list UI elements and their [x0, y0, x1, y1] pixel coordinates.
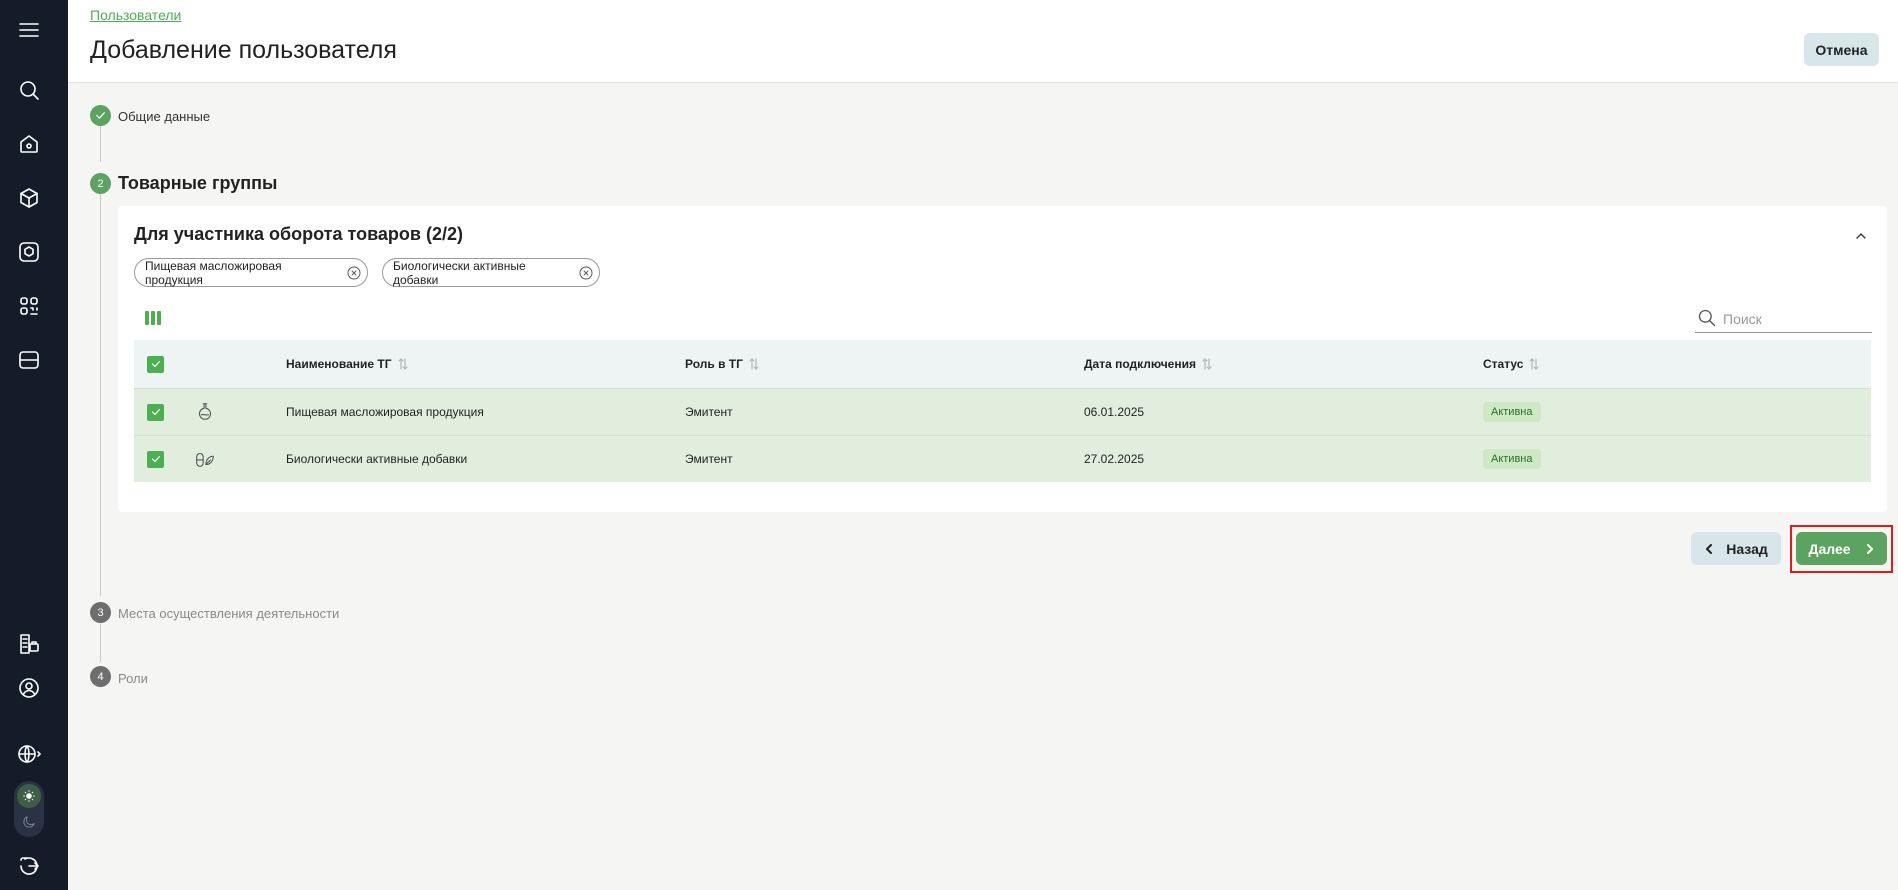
- step-4-label: Роли: [118, 671, 148, 686]
- step-3-label: Места осуществления деятельности: [118, 606, 340, 621]
- moon-icon: [21, 814, 37, 830]
- search-field: [1695, 306, 1872, 333]
- step-4-number: 4: [90, 666, 111, 687]
- column-header-name[interactable]: Наименование ТГ: [286, 357, 408, 371]
- step-connector: [100, 624, 101, 662]
- sort-icon[interactable]: [397, 358, 408, 370]
- sidebar: [0, 0, 68, 890]
- row-name: Пищевая масложировая продукция: [286, 405, 484, 419]
- chip-label: Биологически активные добавки: [393, 258, 526, 287]
- columns-settings-icon[interactable]: [145, 311, 161, 325]
- row-name: Биологически активные добавки: [286, 452, 468, 466]
- table-row[interactable]: Биологически активные добавки Эмитент 27…: [134, 435, 1871, 482]
- sun-icon: [17, 784, 41, 808]
- row-role: Эмитент: [685, 405, 733, 419]
- row-date: 27.02.2025: [1084, 452, 1145, 466]
- row-checkbox[interactable]: [147, 403, 164, 421]
- logout-icon[interactable]: [14, 851, 44, 881]
- documents-icon[interactable]: [14, 629, 44, 659]
- page-title: Добавление пользователя: [90, 36, 397, 64]
- cube-icon[interactable]: [14, 183, 44, 213]
- home-icon[interactable]: [14, 129, 44, 159]
- row-role: Эмитент: [685, 452, 733, 466]
- sort-icon[interactable]: [749, 358, 759, 370]
- status-badge: Активна: [1483, 449, 1541, 469]
- step-2-label: Товарные группы: [118, 173, 278, 193]
- row-checkbox[interactable]: [147, 450, 164, 468]
- breadcrumb-users[interactable]: Пользователи: [90, 7, 181, 23]
- step-2-number: 2: [90, 173, 111, 194]
- column-header-role[interactable]: Роль в ТГ: [685, 357, 759, 371]
- card-title: Для участника оборота товаров (2/2): [134, 224, 463, 244]
- status-badge: Активна: [1483, 402, 1541, 422]
- box-scan-icon[interactable]: [14, 237, 44, 267]
- row-status: Активна: [1483, 402, 1541, 422]
- step-1-label[interactable]: Общие данные: [118, 109, 210, 124]
- flask-icon: [194, 401, 216, 423]
- table-row[interactable]: Пищевая масложировая продукция Эмитент 0…: [134, 388, 1871, 435]
- next-button[interactable]: Далее: [1796, 532, 1887, 565]
- next-button-label: Далее: [1808, 540, 1851, 557]
- storage-icon[interactable]: [14, 345, 44, 375]
- qr-scan-icon[interactable]: [14, 291, 44, 321]
- product-groups-table: Наименование ТГ Роль в ТГ Дата подключен…: [134, 340, 1871, 482]
- chip-selected-group: Биологически активные добавки: [382, 258, 600, 287]
- close-circle-icon[interactable]: [578, 265, 594, 281]
- row-date: 06.01.2025: [1084, 405, 1145, 419]
- sort-icon[interactable]: [1529, 358, 1540, 370]
- pills-leaf-icon: [194, 448, 216, 470]
- table-header: Наименование ТГ Роль в ТГ Дата подключен…: [134, 340, 1871, 388]
- sort-icon[interactable]: [1202, 358, 1212, 370]
- chevron-left-icon: [1704, 541, 1714, 557]
- chip-selected-group: Пищевая масложировая продукция: [134, 258, 368, 287]
- back-button-label: Назад: [1726, 540, 1768, 557]
- theme-toggle[interactable]: [14, 781, 44, 837]
- chevron-right-icon: [1865, 541, 1875, 557]
- step-3-number: 3: [90, 602, 111, 623]
- product-groups-card: Для участника оборота товаров (2/2) Пище…: [118, 206, 1887, 512]
- back-button[interactable]: Назад: [1691, 532, 1781, 565]
- column-header-date[interactable]: Дата подключения: [1084, 357, 1212, 371]
- step-connector: [100, 126, 101, 162]
- search-icon: [1698, 309, 1716, 327]
- search-input[interactable]: [1723, 308, 1868, 330]
- close-circle-icon[interactable]: [346, 265, 362, 281]
- language-icon[interactable]: [14, 739, 44, 769]
- chevron-up-icon[interactable]: [1853, 228, 1869, 244]
- page-header: Пользователи Добавление пользователя Отм…: [68, 0, 1898, 83]
- cancel-button[interactable]: Отмена: [1804, 33, 1879, 66]
- chip-label: Пищевая масложировая продукция: [145, 258, 282, 287]
- profile-icon[interactable]: [14, 673, 44, 703]
- menu-icon[interactable]: [14, 15, 44, 45]
- row-status: Активна: [1483, 449, 1541, 469]
- column-header-status[interactable]: Статус: [1483, 357, 1540, 371]
- select-all-checkbox[interactable]: [147, 355, 164, 373]
- step-1-done-icon: [90, 105, 111, 126]
- search-icon[interactable]: [14, 75, 44, 105]
- step-connector: [100, 194, 101, 596]
